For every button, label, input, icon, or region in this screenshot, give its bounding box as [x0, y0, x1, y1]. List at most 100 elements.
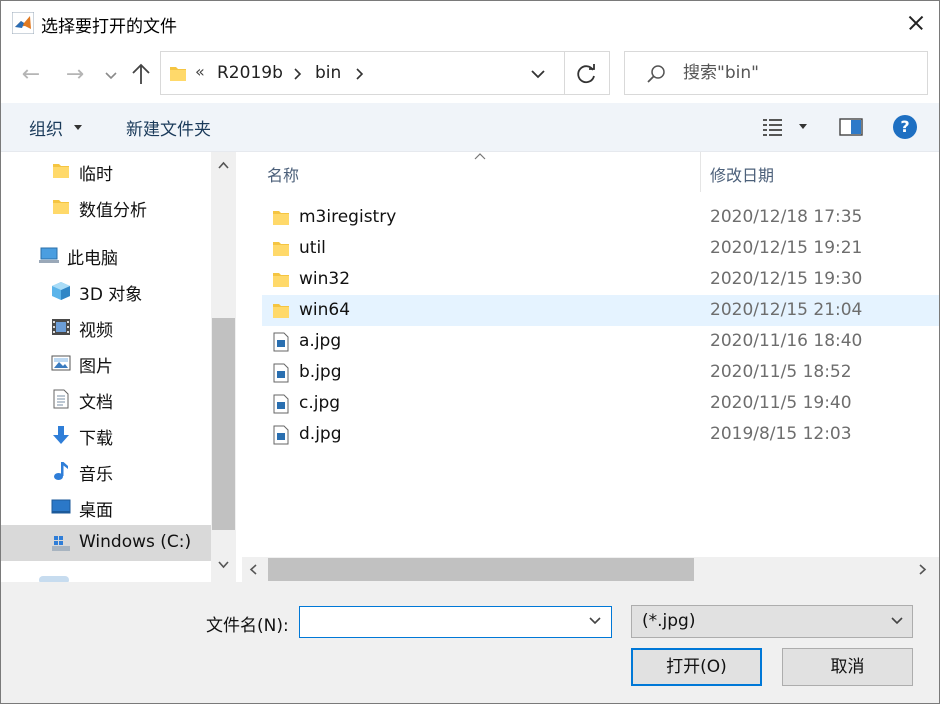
column-divider[interactable] — [700, 152, 701, 192]
new-folder-button[interactable]: 新建文件夹 — [126, 115, 211, 140]
sidebar-item-label: 桌面 — [79, 501, 113, 521]
computer-icon — [39, 247, 59, 263]
file-date: 2020/11/5 18:52 — [710, 362, 852, 382]
sidebar-item-label: Windows (C:) — [79, 532, 192, 552]
address-bar[interactable]: « R2019b bin — [160, 51, 610, 95]
preview-pane-icon[interactable] — [839, 117, 863, 137]
cancel-button[interactable]: 取消 — [782, 648, 913, 686]
sort-ascending-icon — [474, 153, 486, 160]
dialog-title: 选择要打开的文件 — [41, 17, 177, 37]
file-row[interactable]: d.jpg 2019/8/15 12:03 — [262, 419, 939, 450]
sidebar-item-documents[interactable]: 文档 — [1, 381, 211, 417]
column-header-name[interactable]: 名称 — [267, 162, 299, 186]
image-file-icon — [273, 363, 289, 383]
image-file-icon — [273, 332, 289, 352]
navigation-bar: ← → « R2019b bin — [1, 45, 939, 103]
breadcrumb-overflow[interactable]: « — [195, 62, 205, 81]
folder-icon — [273, 242, 289, 256]
sidebar-item-numerical-analysis[interactable]: 数值分析 — [1, 189, 211, 225]
file-name: util — [299, 238, 326, 258]
file-list-horizontal-scrollbar[interactable] — [242, 557, 939, 582]
scroll-down-icon[interactable] — [217, 560, 230, 570]
folder-icon — [170, 67, 186, 81]
search-box[interactable] — [624, 51, 928, 95]
forward-button[interactable]: → — [61, 61, 89, 89]
organize-menu-button[interactable]: 组织 — [29, 115, 63, 140]
file-row[interactable]: c.jpg 2020/11/5 19:40 — [262, 388, 939, 419]
sidebar-scrollbar[interactable] — [211, 152, 236, 582]
music-icon — [54, 462, 68, 480]
file-row[interactable]: b.jpg 2020/11/5 18:52 — [262, 357, 939, 388]
view-details-icon[interactable] — [761, 116, 785, 138]
sidebar-item-this-pc[interactable]: 此电脑 — [1, 237, 211, 273]
download-icon — [53, 426, 69, 444]
file-row[interactable]: m3iregistry 2020/12/18 17:35 — [262, 202, 939, 233]
sidebar-item-videos[interactable]: 视频 — [1, 309, 211, 345]
caret-down-icon[interactable] — [74, 125, 82, 130]
help-icon[interactable]: ? — [893, 115, 917, 139]
file-date: 2020/12/18 17:35 — [710, 207, 863, 227]
file-date: 2020/12/15 19:30 — [710, 269, 863, 289]
scrollbar-thumb[interactable] — [268, 558, 694, 581]
scroll-left-icon[interactable] — [248, 563, 258, 576]
file-row[interactable]: a.jpg 2020/11/16 18:40 — [262, 326, 939, 357]
file-name: d.jpg — [299, 424, 342, 444]
scroll-right-icon[interactable] — [918, 563, 928, 576]
caret-down-icon[interactable] — [799, 124, 807, 129]
sidebar-item-label: 3D 对象 — [79, 285, 143, 305]
file-open-dialog: 选择要打开的文件 ← → « R2019b bin 搜索"bin" 组织 新建文… — [0, 0, 940, 704]
filename-combobox[interactable] — [299, 606, 612, 638]
close-button[interactable] — [893, 1, 939, 45]
cube-icon — [52, 282, 70, 300]
sidebar-item-windows-c[interactable]: Windows (C:) — [1, 525, 211, 561]
file-row[interactable]: win32 2020/12/15 19:30 — [262, 264, 939, 295]
chevron-down-icon[interactable] — [588, 616, 602, 626]
chevron-down-icon[interactable] — [890, 616, 904, 626]
address-divider — [564, 52, 565, 94]
sidebar-item-label: 下载 — [79, 429, 113, 449]
sidebar-item-label: 文档 — [79, 393, 113, 413]
file-name: win64 — [299, 300, 351, 320]
sidebar-item-label: 图片 — [79, 357, 113, 377]
sidebar-item-label: 数值分析 — [79, 201, 147, 221]
up-arrow-icon[interactable] — [127, 59, 155, 89]
file-row[interactable]: util 2020/12/15 19:21 — [262, 233, 939, 264]
sidebar-item-pictures[interactable]: 图片 — [1, 345, 211, 381]
filename-input[interactable] — [304, 610, 574, 634]
drive-icon — [52, 536, 70, 551]
command-toolbar: 组织 新建文件夹 ? — [1, 103, 939, 152]
breadcrumb-bin[interactable]: bin — [315, 63, 341, 83]
sidebar-item-downloads[interactable]: 下载 — [1, 417, 211, 453]
chevron-right-icon[interactable] — [354, 64, 366, 84]
dialog-footer: 文件名(N): (*.jpg) 打开(O) 取消 — [1, 582, 939, 703]
scrollbar-thumb[interactable] — [212, 318, 235, 530]
matlab-icon — [12, 12, 34, 34]
sidebar-item-3d-objects[interactable]: 3D 对象 — [1, 273, 211, 309]
chevron-down-icon[interactable] — [527, 65, 549, 83]
breadcrumb-r2019b[interactable]: R2019b — [217, 63, 283, 83]
file-name: a.jpg — [299, 331, 342, 351]
sidebar-item-temp[interactable]: 临时 — [1, 153, 211, 189]
recent-locations-chevron-icon[interactable] — [101, 62, 121, 88]
file-list: 名称 修改日期 m3iregistry 2020/12/18 17:35 uti… — [242, 152, 939, 557]
sidebar-item-music[interactable]: 音乐 — [1, 453, 211, 489]
file-type-filter-select[interactable]: (*.jpg) — [631, 605, 913, 638]
image-file-icon — [273, 425, 289, 445]
scroll-up-icon[interactable] — [217, 160, 230, 170]
column-header-date-modified[interactable]: 修改日期 — [710, 162, 774, 186]
filename-label: 文件名(N): — [206, 616, 289, 636]
sidebar-item-label: 临时 — [79, 165, 113, 185]
refresh-icon[interactable] — [574, 61, 600, 87]
chevron-right-icon[interactable] — [292, 64, 304, 84]
open-button[interactable]: 打开(O) — [631, 648, 762, 686]
file-date: 2020/11/16 18:40 — [710, 331, 863, 351]
desktop-icon — [51, 499, 71, 514]
search-input[interactable] — [683, 60, 913, 86]
sidebar-item-desktop[interactable]: 桌面 — [1, 489, 211, 525]
back-button[interactable]: ← — [17, 61, 45, 89]
document-icon — [53, 389, 69, 409]
file-name: m3iregistry — [299, 207, 397, 227]
file-date: 2020/12/15 21:04 — [710, 300, 863, 320]
sidebar-item-label: 视频 — [79, 321, 113, 341]
file-row-hovered[interactable]: win64 2020/12/15 21:04 — [262, 295, 939, 326]
